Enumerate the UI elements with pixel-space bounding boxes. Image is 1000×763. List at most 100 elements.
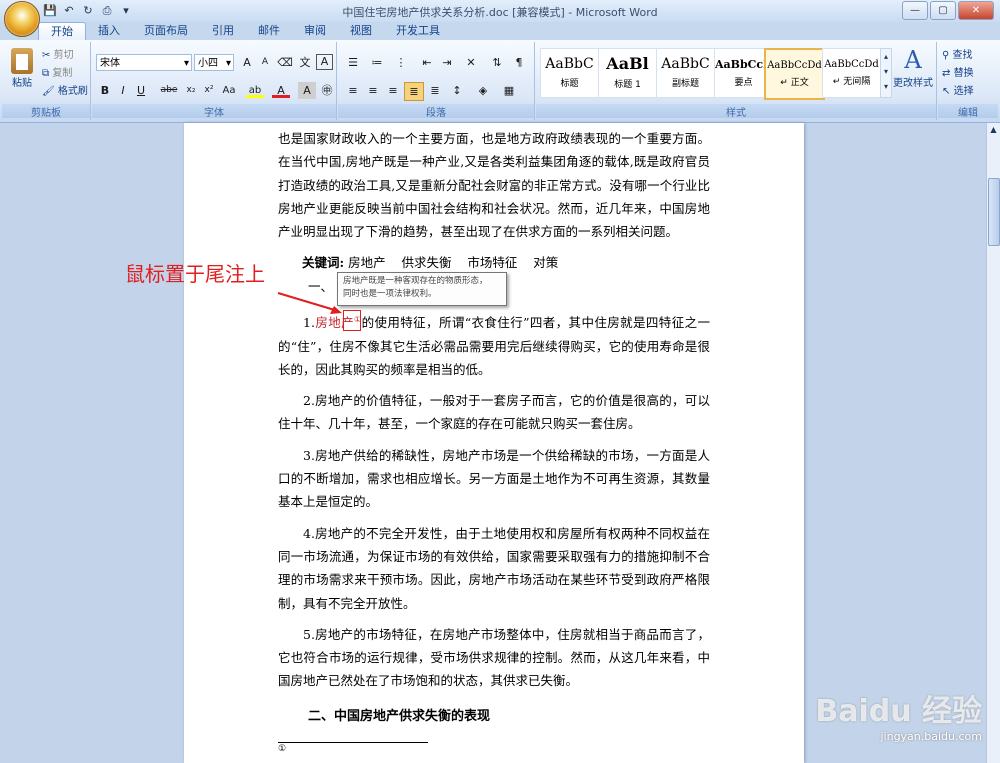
styles-group: AaBbC 标题 AaBl 标题 1 AaBbC 副标题 AaBbCcD 要点 AaBb… (536, 42, 937, 120)
shrink-font-button[interactable]: A (256, 54, 274, 71)
watermark-brand: Baidu 经验 (815, 694, 982, 729)
find-label: 查找 (952, 50, 973, 61)
section-heading-2[interactable]: 二、中国房地产供求失衡的表现 (278, 705, 710, 728)
tab-page-layout[interactable]: 页面布局 (132, 22, 200, 40)
change-styles-icon: A (904, 46, 922, 74)
paint-bucket-icon: ◈ (478, 84, 488, 97)
editing-group-label: 编辑 (938, 104, 998, 119)
font-name-value: 宋体 (100, 58, 120, 69)
watermark-url: jingyan.baidu.com (880, 730, 982, 743)
numbering-button[interactable]: ≔ (368, 54, 386, 71)
endnote-mark[interactable]: ① (278, 743, 710, 755)
tab-review[interactable]: 审阅 (292, 22, 338, 40)
format-painter-button[interactable]: 🖌 格式刷 (42, 82, 88, 97)
superscript-button[interactable]: x² (200, 82, 218, 99)
chevron-down-icon: ▾ (183, 58, 189, 69)
style-sample: AaBbCcDd (824, 59, 879, 70)
select-button[interactable]: ↖ 选择 (942, 82, 974, 97)
strikethrough-button[interactable]: abe (158, 82, 180, 99)
tab-home[interactable]: 开始 (38, 22, 86, 40)
bullets-button[interactable]: ☰ (344, 54, 362, 71)
clear-format-button[interactable]: ⌫ (276, 54, 294, 71)
styles-scroll[interactable]: ▴ ▾ ▾ (880, 48, 892, 98)
borders-icon: ▦ (503, 84, 515, 97)
align-center-button[interactable]: ≡ (364, 82, 382, 99)
copy-icon: ⧉ (42, 68, 50, 79)
style-sample: AaBl (606, 54, 649, 73)
font-size-select[interactable]: 小四 ▾ (194, 54, 234, 71)
italic-button[interactable]: I (114, 82, 132, 99)
replace-button[interactable]: ⇄ 替换 (942, 64, 974, 79)
find-button[interactable]: ⚲ 查找 (942, 46, 973, 61)
tab-references[interactable]: 引用 (200, 22, 246, 40)
maximize-button[interactable]: ▢ (930, 1, 956, 20)
grow-font-button[interactable]: A (238, 54, 256, 71)
bold-button[interactable]: B (96, 82, 114, 99)
body-paragraph-3[interactable]: 3.房地产供给的稀缺性，房地产市场是一个供给稀缺的市场，一方面是人口的不断增加，… (278, 444, 710, 514)
highlight-button[interactable]: ab (246, 82, 264, 98)
phonetic-guide-button[interactable]: 文 (296, 54, 314, 71)
close-button[interactable]: ✕ (958, 1, 994, 20)
baidu-watermark: Baidu 经验 jingyan.baidu.com (815, 686, 982, 743)
distributed-icon: ≣ (430, 84, 440, 97)
align-left-button[interactable]: ≡ (344, 82, 362, 99)
vertical-scrollbar[interactable]: ▲ (986, 123, 1000, 763)
indent-icon: ⇥ (442, 56, 452, 69)
underline-button[interactable]: U (132, 82, 150, 99)
scissors-icon: ✂ (42, 50, 51, 61)
minimize-button[interactable]: — (902, 1, 928, 20)
title-bar: 💾 ↶ ↻ ⎙ ▾ 中国住宅房地产供求关系分析.doc [兼容模式] - Mic… (0, 0, 1000, 37)
char-shading-button[interactable]: A (298, 82, 316, 99)
style-no-spacing[interactable]: AaBbCcDd ↵ 无间隔 (822, 48, 881, 98)
justify-button[interactable]: ≣ (404, 82, 424, 101)
enclose-char-button[interactable]: A (316, 54, 333, 70)
borders-button[interactable]: ▦ (500, 82, 518, 99)
distributed-button[interactable]: ≣ (426, 82, 444, 99)
chinese-layout-button[interactable]: ✕ (462, 54, 480, 71)
eraser-icon: ⌫ (277, 56, 293, 69)
scroll-thumb[interactable] (988, 178, 1000, 246)
chevron-down-icon: ▾ (883, 67, 888, 76)
style-heading1[interactable]: AaBl 标题 1 (598, 48, 657, 98)
keywords-label: 关键词: (302, 255, 345, 271)
sort-button[interactable]: ⇅ (488, 54, 506, 71)
line-spacing-button[interactable]: ↕ (448, 82, 466, 99)
bullets-icon: ☰ (348, 56, 358, 69)
change-case-button[interactable]: Aa (220, 82, 238, 99)
shading-button[interactable]: ◈ (474, 82, 492, 99)
body-paragraph-2[interactable]: 2.房地产的价值特征，一般对于一套房子而言，它的价值是很高的，可以住十年、几十年… (278, 389, 710, 436)
body-paragraph-5[interactable]: 5.房地产的市场特征，在房地产市场整体中，住房就相当于商品而言了，它也符合市场的… (278, 623, 710, 693)
align-left-icon: ≡ (348, 84, 358, 97)
style-title[interactable]: AaBbC 标题 (540, 48, 599, 98)
scroll-up-icon[interactable]: ▲ (987, 123, 1000, 137)
paragraph-group: ☰ ≔ ⋮ ⇤ ⇥ ✕ ⇅ ¶ ≡ ≡ ≡ ≣ ≣ ↕ ◈ ▦ 段落 (338, 42, 535, 120)
copy-button[interactable]: ⧉ 复制 (42, 64, 72, 79)
body-paragraph[interactable]: 也是国家财政收入的一个主要方面，也是地方政府政绩表现的一个重要方面。在当代中国,… (278, 127, 710, 243)
subscript-button[interactable]: x₂ (182, 82, 200, 99)
tab-view[interactable]: 视图 (338, 22, 384, 40)
decrease-indent-button[interactable]: ⇤ (418, 54, 436, 71)
body-paragraph-4[interactable]: 4.房地产的不完全开发性，由于土地使用权和房屋所有权两种不同权益在同一市场流通，… (278, 522, 710, 615)
office-button[interactable] (4, 1, 40, 37)
document-page[interactable]: 也是国家财政收入的一个主要方面，也是地方政府政绩表现的一个重要方面。在当代中国,… (184, 123, 804, 763)
align-right-button[interactable]: ≡ (384, 82, 402, 99)
font-color-button[interactable]: A (272, 82, 290, 98)
style-subtitle[interactable]: AaBbC 副标题 (656, 48, 715, 98)
style-normal[interactable]: AaBbCcDd ↵ 正文 (764, 48, 825, 100)
instruction-annotation: 鼠标置于尾注上 (125, 262, 265, 286)
font-name-select[interactable]: 宋体 ▾ (96, 54, 192, 71)
increase-indent-button[interactable]: ⇥ (438, 54, 456, 71)
tab-insert[interactable]: 插入 (86, 22, 132, 40)
tooltip-line-2: 同时也是一项法律权利。 (343, 289, 437, 299)
change-styles-button[interactable]: A 更改样式 (892, 46, 934, 89)
tab-developer[interactable]: 开发工具 (384, 22, 452, 40)
tab-mailings[interactable]: 邮件 (246, 22, 292, 40)
multilevel-list-button[interactable]: ⋮ (392, 54, 410, 71)
char-border-button[interactable]: ㊥ (318, 82, 336, 99)
pilcrow-icon: ¶ (515, 56, 523, 69)
show-marks-button[interactable]: ¶ (510, 54, 528, 71)
document-body[interactable]: 也是国家财政收入的一个主要方面，也是地方政府政绩表现的一个重要方面。在当代中国,… (278, 127, 710, 755)
cut-button[interactable]: ✂ 剪切 (42, 46, 74, 61)
ribbon-tabs: 开始 插入 页面布局 引用 邮件 审阅 视图 开发工具 (38, 22, 452, 40)
paste-button[interactable]: 粘贴 (6, 44, 38, 104)
